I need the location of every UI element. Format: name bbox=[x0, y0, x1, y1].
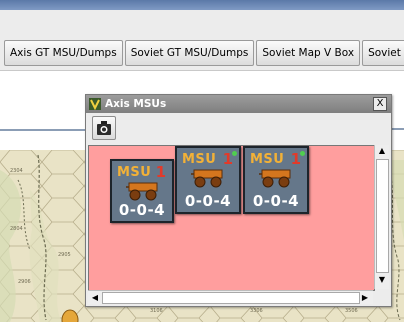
app-v-icon bbox=[89, 98, 101, 110]
counter-pane[interactable]: MSU 1 0-0-4 MSU 1 0-0-4 MSU 1 0-0-4 bbox=[88, 145, 375, 291]
msu-counter[interactable]: MSU 1 0-0-4 bbox=[110, 159, 174, 223]
counter-number: 1 bbox=[155, 163, 166, 181]
vertical-scrollbar[interactable]: ▲ ▼ bbox=[374, 145, 389, 289]
counter-factors: 0-0-4 bbox=[252, 192, 300, 210]
camera-button[interactable] bbox=[92, 116, 116, 140]
hex-label: 2804 bbox=[10, 226, 23, 232]
scroll-up-icon[interactable]: ▲ bbox=[376, 145, 388, 157]
hex-label: 2906 bbox=[18, 279, 31, 285]
wagon-icon bbox=[259, 169, 291, 188]
hex-label: 3306 bbox=[250, 308, 263, 314]
scroll-left-icon[interactable]: ◀ bbox=[89, 291, 101, 304]
counter-factors: 0-0-4 bbox=[184, 192, 232, 210]
scroll-down-icon[interactable]: ▼ bbox=[376, 274, 388, 286]
scroll-thumb[interactable] bbox=[376, 159, 389, 273]
window-toolbar bbox=[86, 113, 391, 143]
hex-label: 2905 bbox=[58, 252, 71, 258]
axis-msus-window[interactable]: Axis MSUs X MSU 1 0-0-4 MSU 1 0-0-4 MSU … bbox=[85, 94, 392, 307]
main-toolbar: Axis GT MSU/Dumps Soviet GT MSU/Dumps So… bbox=[0, 36, 404, 71]
menu-band bbox=[0, 10, 404, 36]
close-icon[interactable]: X bbox=[373, 97, 387, 111]
scroll-right-icon[interactable]: ▶ bbox=[359, 291, 371, 304]
scroll-thumb[interactable] bbox=[102, 292, 360, 304]
hex-label: 3106 bbox=[150, 308, 163, 314]
window-title-bar[interactable]: Axis MSUs X bbox=[86, 95, 391, 113]
counter-type: MSU bbox=[117, 165, 152, 180]
axis-gt-msu-dumps-button[interactable]: Axis GT MSU/Dumps bbox=[4, 40, 123, 66]
msu-counter[interactable]: MSU 1 0-0-4 bbox=[243, 146, 309, 214]
status-dot bbox=[232, 151, 237, 156]
counter-type: MSU bbox=[250, 152, 285, 167]
msu-counter[interactable]: MSU 1 0-0-4 bbox=[175, 146, 241, 214]
counter-type: MSU bbox=[182, 152, 217, 167]
divider bbox=[0, 129, 90, 131]
hex-label: 2304 bbox=[10, 168, 23, 174]
camera-icon bbox=[97, 121, 111, 135]
status-dot bbox=[300, 151, 305, 156]
wagon-icon bbox=[126, 182, 158, 201]
wagon-icon bbox=[191, 169, 223, 188]
window-title: Axis MSUs bbox=[105, 98, 167, 110]
horizontal-scrollbar[interactable]: ◀ ▶ bbox=[88, 290, 373, 304]
soviet-map-v-box-button[interactable]: Soviet Map V Box bbox=[256, 40, 361, 66]
counter-factors: 0-0-4 bbox=[118, 201, 166, 219]
title-bar-strip bbox=[0, 0, 404, 10]
soviet-n-button[interactable]: Soviet N bbox=[362, 40, 404, 66]
hex-label: 3506 bbox=[345, 308, 358, 314]
soviet-gt-msu-dumps-button[interactable]: Soviet GT MSU/Dumps bbox=[124, 40, 255, 66]
